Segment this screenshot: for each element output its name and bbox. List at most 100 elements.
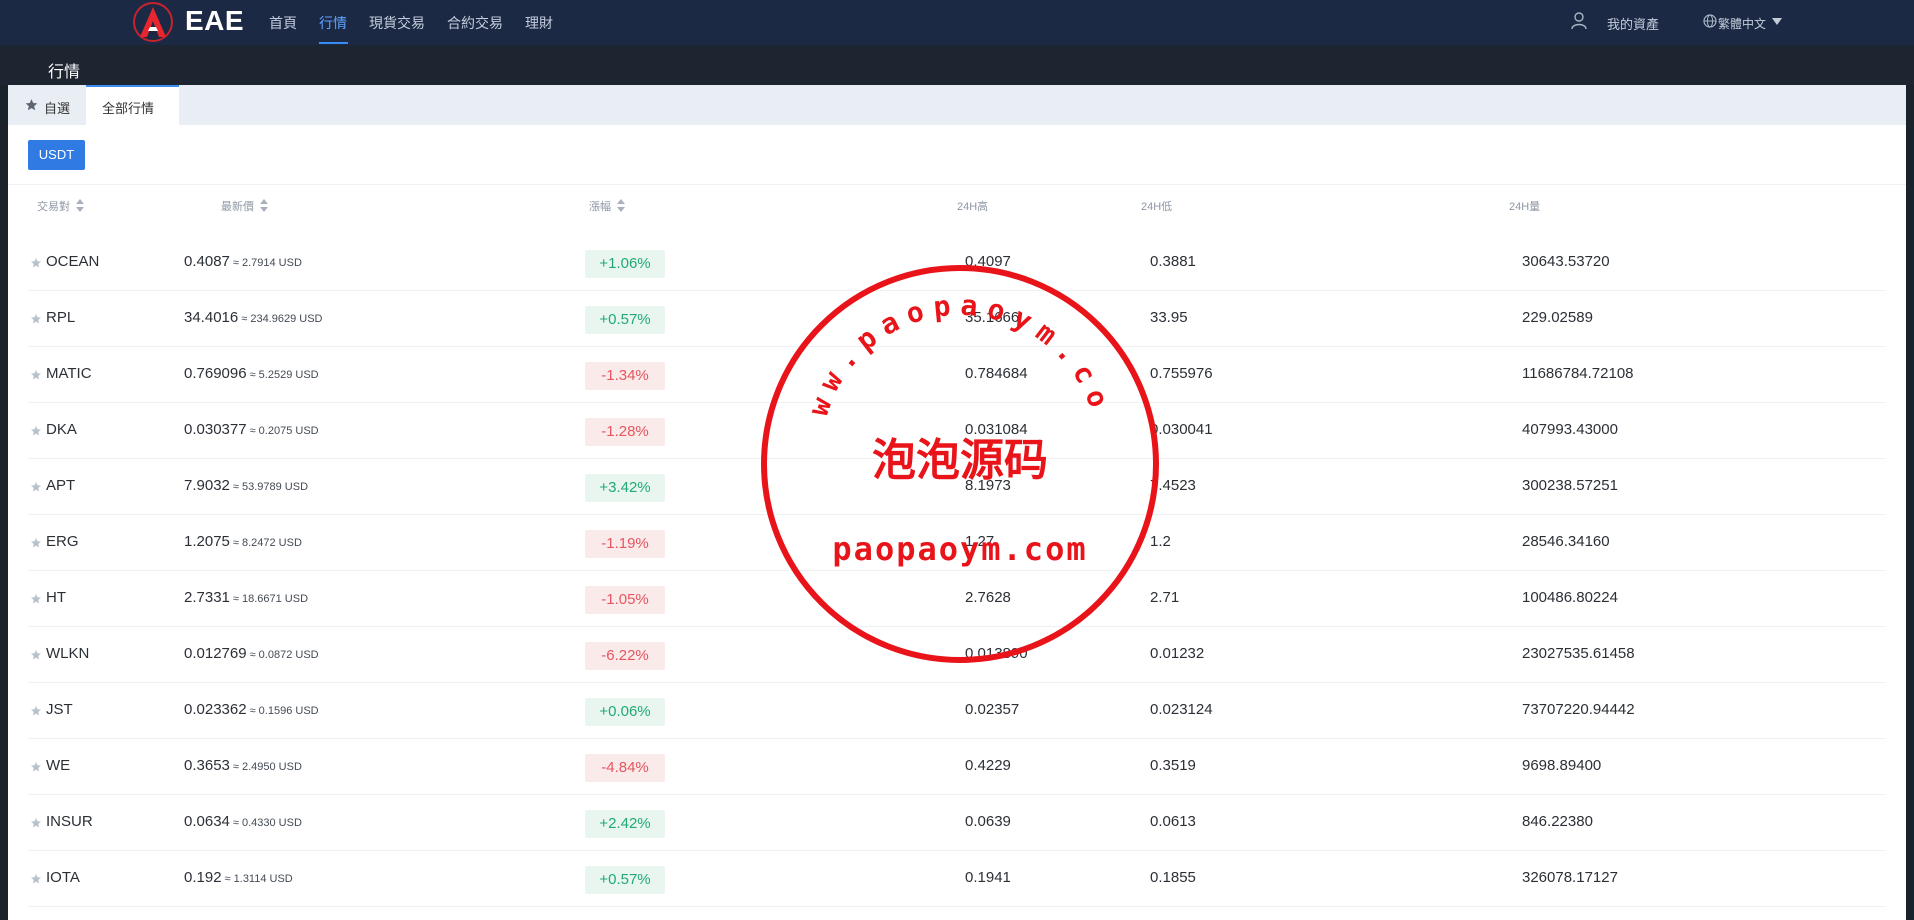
nav-home[interactable]: 首頁 [269,13,297,33]
usd-equivalent: ≈ 234.9629 USD [241,313,323,325]
star-icon[interactable] [30,593,42,605]
market-table-body: OCEAN 0.4087 ≈ 2.7914 USD +1.06% 0.4097 0.388… [28,235,1886,907]
market-panel: USDT 交易對 最新價 漲幅 24H高 24H低 24H量 OCEAN 0.40… [8,125,1906,920]
last-price: 0.030377 ≈ 0.2075 USD [184,421,319,438]
pair-name[interactable]: OCEAN [46,253,99,270]
table-row[interactable]: RPL 34.4016 ≈ 234.9629 USD +0.57% 35.1666 33.… [28,291,1886,347]
usd-equivalent: ≈ 2.7914 USD [232,257,302,269]
star-icon[interactable] [30,257,42,269]
star-icon[interactable] [30,705,42,717]
low-24h: 0.023124 [1150,701,1213,718]
low-24h: 0.3881 [1150,253,1196,270]
table-row[interactable]: APT 7.9032 ≈ 53.9789 USD +3.42% 8.1973 7.4523… [28,459,1886,515]
language-selector[interactable]: 繁體中文 [1718,15,1766,32]
star-icon[interactable] [30,761,42,773]
high-24h: 35.1666 [965,309,1020,326]
sort-icon[interactable] [617,199,625,213]
table-row[interactable]: MATIC 0.769096 ≈ 5.2529 USD -1.34% 0.784684 0… [28,347,1886,403]
usd-equivalent: ≈ 53.9789 USD [232,481,309,493]
star-icon[interactable] [30,873,42,885]
high-24h: 0.4229 [965,757,1011,774]
pair-name[interactable]: APT [46,477,75,494]
pair-name[interactable]: RPL [46,309,75,326]
volume-24h: 11686784.72108 [1522,365,1634,382]
table-row[interactable]: ERG 1.2075 ≈ 8.2472 USD -1.19% 1.27 1.2 28546.… [28,515,1886,571]
change-badge: +0.57% [585,866,665,894]
volume-24h: 100486.80224 [1522,589,1618,606]
brand-name[interactable]: EAE [185,5,244,37]
table-row[interactable]: JST 0.023362 ≈ 0.1596 USD +0.06% 0.02357 0.02… [28,683,1886,739]
table-row[interactable]: INSUR 0.0634 ≈ 0.4330 USD +2.42% 0.0639 0.061… [28,795,1886,851]
table-row[interactable]: DKA 0.030377 ≈ 0.2075 USD -1.28% 0.031084 0.0… [28,403,1886,459]
table-row[interactable]: WLKN 0.012769 ≈ 0.0872 USD -6.22% 0.013890 0.… [28,627,1886,683]
star-icon [25,99,38,111]
star-icon[interactable] [30,817,42,829]
last-price-value: 34.4016 [184,309,239,326]
column-header-last-price[interactable]: 最新價 [221,198,268,214]
my-assets-link[interactable]: 我的資產 [1607,14,1659,33]
tab-all-markets[interactable]: 全部行情 [86,85,179,125]
last-price: 1.2075 ≈ 8.2472 USD [184,533,302,550]
star-icon[interactable] [30,369,42,381]
last-price-value: 0.769096 [184,365,247,382]
high-24h: 0.013890 [965,645,1028,662]
change-badge: +2.42% [585,810,665,838]
tab-favorites[interactable]: 自選 [8,85,86,125]
last-price: 0.0634 ≈ 0.4330 USD [184,813,302,830]
usd-equivalent: ≈ 0.4330 USD [232,817,302,829]
high-24h: 0.1941 [965,869,1011,886]
change-badge: -1.34% [585,362,665,390]
star-icon[interactable] [30,537,42,549]
star-icon[interactable] [30,313,42,325]
pair-name[interactable]: IOTA [46,869,80,886]
pair-name[interactable]: INSUR [46,813,93,830]
volume-24h: 23027535.61458 [1522,645,1635,662]
user-icon[interactable] [1571,12,1587,30]
pair-name[interactable]: ERG [46,533,79,550]
pair-name[interactable]: HT [46,589,66,606]
last-price-value: 0.012769 [184,645,247,662]
usd-equivalent: ≈ 0.2075 USD [249,425,319,437]
chevron-down-icon[interactable] [1772,18,1782,25]
table-row[interactable]: OCEAN 0.4087 ≈ 2.7914 USD +1.06% 0.4097 0.388… [28,235,1886,291]
last-price: 0.4087 ≈ 2.7914 USD [184,253,302,270]
last-price: 2.7331 ≈ 18.6671 USD [184,589,308,606]
column-header-change[interactable]: 漲幅 [589,198,625,214]
star-icon[interactable] [30,425,42,437]
change-badge: -4.84% [585,754,665,782]
star-icon[interactable] [30,649,42,661]
nav-contract-trading[interactable]: 合約交易 [447,13,503,33]
globe-icon[interactable] [1703,14,1717,28]
pair-name[interactable]: MATIC [46,365,92,382]
last-price: 0.023362 ≈ 0.1596 USD [184,701,319,718]
column-header-change-label: 漲幅 [589,201,611,213]
pair-name[interactable]: WLKN [46,645,89,662]
nav-wealth[interactable]: 理財 [525,13,553,33]
high-24h: 2.7628 [965,589,1011,606]
column-header-pair[interactable]: 交易對 [37,198,84,214]
column-header-volume: 24H量 [1509,201,1541,213]
low-24h: 0.030041 [1150,421,1213,438]
volume-24h: 73707220.94442 [1522,701,1635,718]
usd-equivalent: ≈ 5.2529 USD [249,369,319,381]
pair-name[interactable]: WE [46,757,70,774]
usdt-filter-button[interactable]: USDT [28,140,85,170]
table-row[interactable]: HT 2.7331 ≈ 18.6671 USD -1.05% 2.7628 2.71 100… [28,571,1886,627]
pair-name[interactable]: DKA [46,421,77,438]
brand-logo-icon[interactable] [130,1,176,43]
nav-spot-trading[interactable]: 現貨交易 [369,13,425,33]
table-row[interactable]: WE 0.3653 ≈ 2.4950 USD -4.84% 0.4229 0.3519 96… [28,739,1886,795]
nav-markets[interactable]: 行情 [319,13,347,33]
sort-icon[interactable] [260,199,268,213]
volume-24h: 30643.53720 [1522,253,1610,270]
star-icon[interactable] [30,481,42,493]
last-price-value: 0.4087 [184,253,230,270]
sort-icon[interactable] [76,199,84,213]
high-24h: 0.4097 [965,253,1011,270]
table-row[interactable]: IOTA 0.192 ≈ 1.3114 USD +0.57% 0.1941 0.1855 3… [28,851,1886,907]
page-header: 行情 [0,45,1914,85]
low-24h: 7.4523 [1150,477,1196,494]
change-badge: -1.05% [585,586,665,614]
pair-name[interactable]: JST [46,701,73,718]
change-badge: +0.06% [585,698,665,726]
